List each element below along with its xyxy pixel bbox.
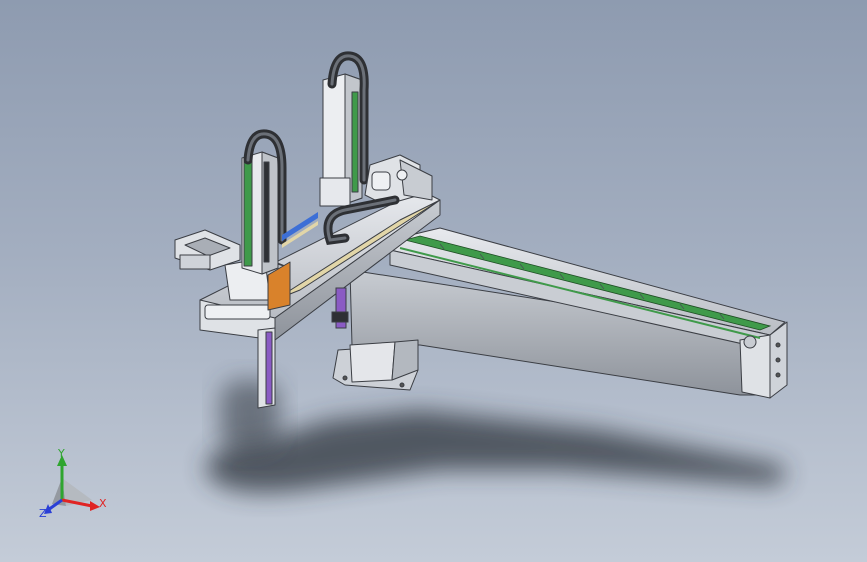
x-axis-label: X <box>99 497 107 510</box>
pedestal[interactable] <box>332 339 419 391</box>
coordinate-triad: Y X Z <box>39 447 107 520</box>
y-axis-label: Y <box>57 447 65 460</box>
z-column-left[interactable] <box>241 151 279 275</box>
z-axis-label: Z <box>39 507 47 520</box>
cad-viewport[interactable]: Y X Z <box>0 0 867 562</box>
sensor-strip <box>282 212 318 248</box>
floor-shadow <box>205 410 786 493</box>
gantry-robot-model[interactable]: Y X Z <box>0 0 867 562</box>
hanging-arm-left[interactable] <box>257 327 276 409</box>
